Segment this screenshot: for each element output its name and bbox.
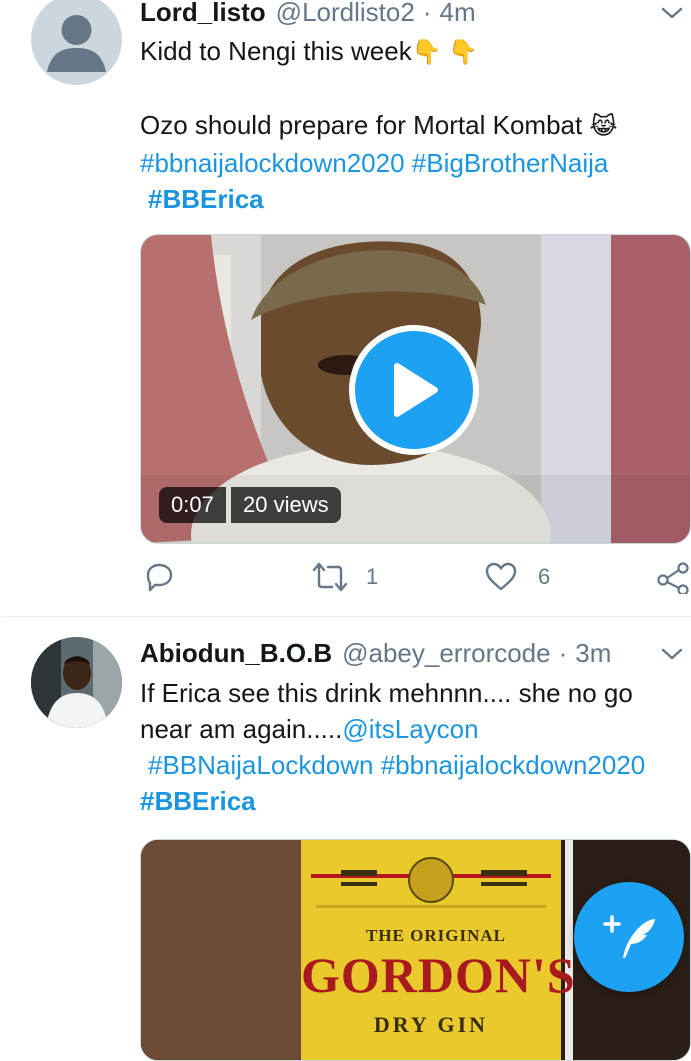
avatar-default[interactable]: [31, 0, 122, 85]
hashtag-link[interactable]: #bbnaijalockdown2020: [140, 148, 405, 178]
cat-tears-emoji: 😹: [589, 113, 618, 140]
tweet-text-line1: Kidd to Nengi this week: [140, 36, 412, 66]
mention-link[interactable]: @itsLaycon: [342, 714, 478, 744]
video-duration-badge: 0:07: [159, 487, 226, 523]
retweet-button[interactable]: 1: [312, 560, 378, 594]
tweet-line: Ozo should prepare for Mortal Kombat 😹: [140, 107, 687, 145]
compose-tweet-button[interactable]: [574, 882, 684, 992]
tweet-header: Abiodun_B.O.B @abey_errorcode · 3m: [140, 637, 691, 669]
like-count: 6: [538, 564, 551, 589]
tweet-line: #BBErica: [140, 783, 687, 819]
hashtag-link[interactable]: #BBErica: [140, 786, 256, 816]
profile-photo: [31, 637, 122, 728]
share-icon: [657, 562, 689, 594]
tweet-line: #BBErica: [140, 181, 687, 217]
retweet-icon: [312, 562, 348, 592]
label-the-original: THE ORIGINAL: [351, 926, 521, 946]
hashtag-link[interactable]: #BBErica: [148, 184, 264, 214]
tweet-text-line2: near am again.....: [140, 714, 343, 744]
video-views-badge: 20 views: [231, 487, 341, 523]
tweet-lord-listo[interactable]: Lord_listo @Lordlisto2 · 4m Kidd to Neng…: [0, 0, 691, 617]
video-duration: 0:07: [171, 492, 214, 517]
tweet-line: near am again.....@itsLaycon: [140, 711, 687, 747]
hashtag-link[interactable]: #BBNaijaLockdown: [148, 750, 373, 780]
tweet-text: Kidd to Nengi this week👇 👇 Ozo should pr…: [140, 33, 687, 217]
heart-icon: [485, 562, 517, 591]
reply-button[interactable]: [142, 560, 176, 594]
play-icon: [394, 363, 438, 417]
tweet-line: If Erica see this drink mehnnn.... she n…: [140, 675, 687, 711]
label-brand-text: GORDON'S: [301, 947, 576, 1003]
author-handle[interactable]: @Lordlisto2: [276, 0, 415, 28]
reply-icon: [146, 563, 173, 592]
tweet-text-line2: Ozo should prepare for Mortal Kombat: [140, 110, 583, 140]
avatar-photo[interactable]: [31, 637, 122, 728]
video-player[interactable]: 0:07 20 views: [140, 234, 691, 544]
tweet-line: #bbnaijalockdown2020 #BigBrotherNaija: [140, 145, 687, 181]
tweet-text-line1: If Erica see this drink mehnnn.... she n…: [140, 678, 633, 708]
hashtag-link[interactable]: #BigBrotherNaija: [412, 148, 609, 178]
separator-dot: ·: [422, 0, 432, 27]
tweet-time[interactable]: 4m: [439, 0, 475, 28]
tweet-header: Lord_listo @Lordlisto2 · 4m: [140, 0, 691, 28]
author-name[interactable]: Abiodun_B.O.B: [140, 638, 332, 669]
label-bottom-text: DRY GIN: [373, 1012, 489, 1037]
label-top-text: THE ORIGINAL: [366, 926, 506, 945]
default-avatar-icon: [47, 15, 106, 72]
like-button[interactable]: 6: [484, 560, 550, 594]
compose-feather-icon: [603, 915, 655, 958]
tweet-actions: 1 6: [140, 560, 691, 600]
label-brand: GORDON'S: [301, 946, 575, 1004]
pointing-down-emoji: 👇 👇: [411, 39, 479, 66]
play-button[interactable]: [349, 325, 479, 455]
tweet-line: #BBNaijaLockdown #bbnaijalockdown2020: [140, 747, 687, 783]
chevron-down-icon[interactable]: [661, 643, 683, 665]
chevron-down-icon[interactable]: [661, 2, 683, 24]
separator-dot: ·: [558, 637, 568, 668]
tweet-text: If Erica see this drink mehnnn.... she n…: [140, 675, 687, 819]
tweet-time[interactable]: 3m: [575, 638, 611, 669]
share-button[interactable]: [656, 560, 690, 594]
retweet-count: 1: [366, 564, 379, 589]
label-dry-gin: DRY GIN: [301, 1012, 561, 1038]
author-handle[interactable]: @abey_errorcode: [342, 638, 551, 669]
hashtag-link[interactable]: #bbnaijalockdown2020: [381, 750, 646, 780]
video-views: 20 views: [243, 492, 329, 517]
tweet-line: Kidd to Nengi this week👇 👇: [140, 33, 687, 71]
author-name[interactable]: Lord_listo: [140, 0, 266, 28]
